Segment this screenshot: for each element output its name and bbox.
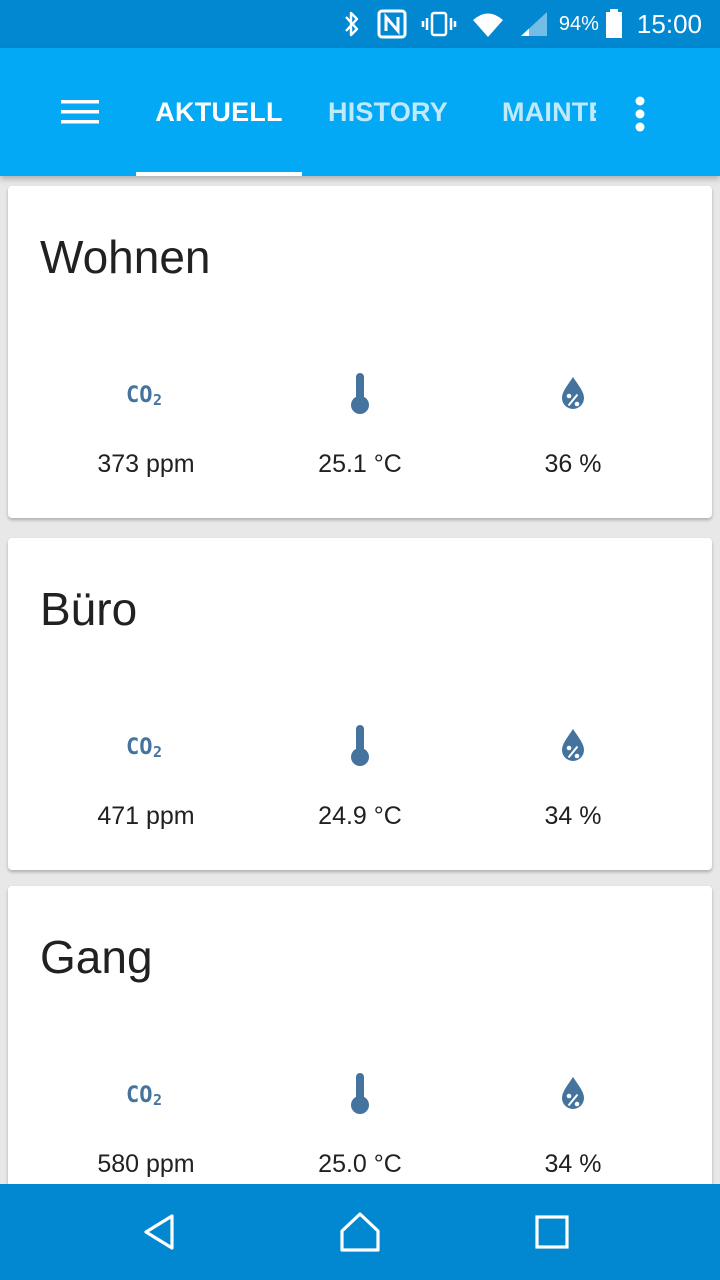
humidity-sensor[interactable]: 36 %	[463, 366, 683, 486]
home-icon	[340, 1212, 380, 1252]
temperature-sensor[interactable]: 25.1 °C	[250, 366, 470, 486]
svg-text:CO: CO	[126, 735, 153, 760]
humidity-sensor[interactable]: 34 %	[463, 1066, 683, 1184]
room-card-buero[interactable]: Büro CO 2 471 ppm 24.9 °C 34 %	[8, 538, 712, 870]
humidity-value: 36 %	[544, 450, 602, 478]
co2-value: 471 ppm	[97, 802, 195, 830]
thermometer-icon	[351, 725, 369, 766]
bluetooth-icon	[341, 10, 363, 38]
hamburger-menu-icon	[61, 100, 99, 124]
room-card-gang[interactable]: Gang CO 2 580 ppm 25.0 °C 34 %	[8, 886, 712, 1184]
signal-icon	[519, 10, 549, 38]
co2-sensor[interactable]: CO 2 580 ppm	[36, 1066, 256, 1184]
app-bar: AKTUELL HISTORY MAINTENANCE	[0, 48, 720, 176]
svg-text:2: 2	[153, 743, 162, 760]
thermometer-icon	[351, 373, 369, 414]
svg-text:2: 2	[153, 1091, 162, 1108]
room-title: Büro	[40, 583, 138, 635]
tab-aktuell[interactable]: AKTUELL	[136, 48, 302, 176]
room-list[interactable]: Wohnen CO 2 373 ppm 25.1 °C 36 % Büro CO 2	[0, 176, 720, 1184]
recents-icon	[535, 1215, 569, 1249]
co2-value: 580 ppm	[97, 1150, 195, 1178]
vibrate-icon	[421, 10, 457, 38]
tab-maintenance[interactable]: MAINTENANCE	[502, 48, 596, 176]
menu-button[interactable]	[58, 92, 102, 132]
temperature-value: 25.1 °C	[318, 450, 402, 478]
co2-icon: CO 2	[126, 1083, 162, 1108]
co2-icon: CO 2	[126, 735, 162, 760]
more-vert-icon	[635, 96, 645, 132]
humidity-icon	[562, 729, 584, 761]
tab-label: AKTUELL	[155, 96, 283, 127]
room-title: Wohnen	[40, 231, 211, 283]
thermometer-icon	[351, 1073, 369, 1114]
co2-value: 373 ppm	[97, 450, 195, 478]
co2-sensor[interactable]: CO 2 471 ppm	[36, 718, 256, 838]
humidity-value: 34 %	[544, 1150, 602, 1178]
tab-label: HISTORY	[328, 96, 448, 127]
back-icon	[144, 1214, 174, 1250]
room-title: Gang	[40, 931, 153, 983]
tab-label: MAINTENANCE	[502, 96, 596, 127]
battery-icon	[605, 9, 623, 39]
tab-history[interactable]: HISTORY	[302, 48, 474, 176]
home-button[interactable]	[332, 1208, 388, 1256]
wifi-icon	[471, 10, 505, 38]
svg-text:CO: CO	[126, 383, 153, 408]
humidity-icon	[562, 377, 584, 409]
back-button[interactable]	[132, 1208, 188, 1256]
navigation-bar	[0, 1184, 720, 1280]
overflow-menu-button[interactable]	[620, 92, 660, 136]
temperature-value: 25.0 °C	[318, 1150, 402, 1178]
room-card-wohnen[interactable]: Wohnen CO 2 373 ppm 25.1 °C 36 %	[8, 186, 712, 518]
battery-percent: 94%	[558, 12, 599, 35]
nfc-icon	[377, 9, 407, 39]
clock: 15:00	[636, 8, 702, 39]
temperature-value: 24.9 °C	[318, 802, 402, 830]
active-tab-indicator	[136, 172, 302, 176]
svg-text:CO: CO	[126, 1083, 153, 1108]
temperature-sensor[interactable]: 25.0 °C	[250, 1066, 470, 1184]
humidity-value: 34 %	[544, 802, 602, 830]
temperature-sensor[interactable]: 24.9 °C	[250, 718, 470, 838]
recents-button[interactable]	[524, 1208, 580, 1256]
svg-text:2: 2	[153, 391, 162, 408]
tab-bar: AKTUELL HISTORY MAINTENANCE	[136, 48, 596, 176]
humidity-sensor[interactable]: 34 %	[463, 718, 683, 838]
co2-sensor[interactable]: CO 2 373 ppm	[36, 366, 256, 486]
status-bar: 94% 15:00	[0, 0, 720, 48]
co2-icon: CO 2	[126, 383, 162, 408]
humidity-icon	[562, 1077, 584, 1109]
